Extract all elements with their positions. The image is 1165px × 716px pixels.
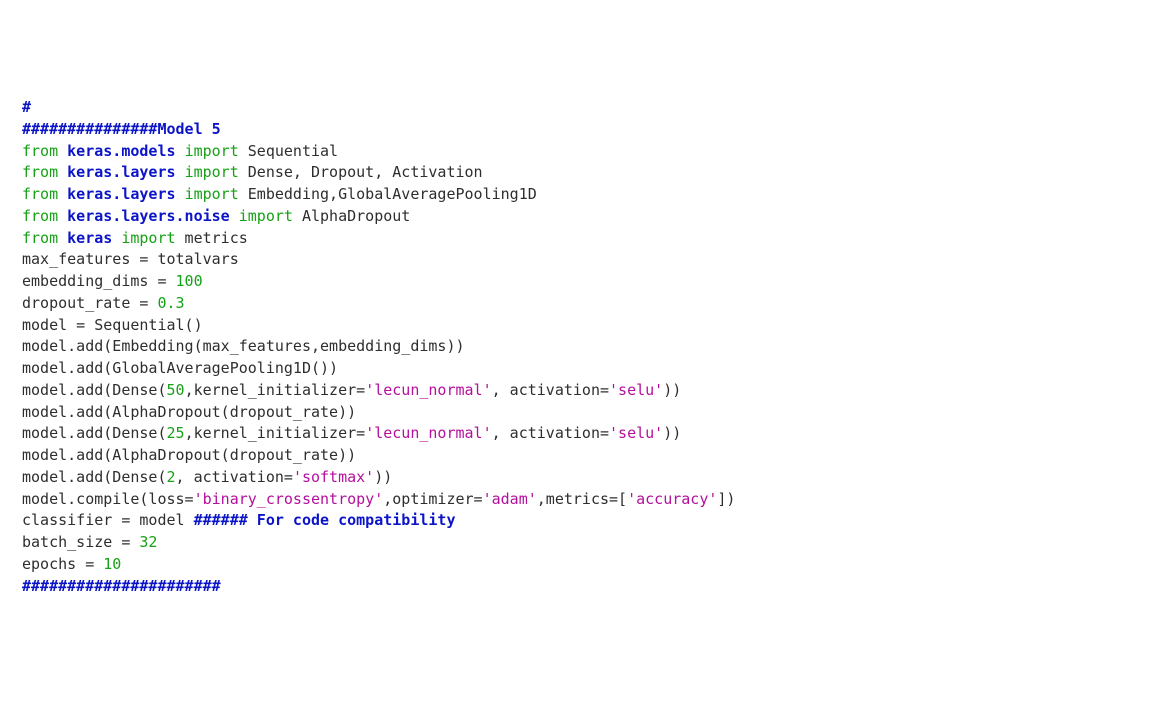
code-line: epochs = 10 — [22, 554, 1143, 576]
code-token: 32 — [139, 533, 157, 551]
code-line: model.add(Dense(25,kernel_initializer='l… — [22, 423, 1143, 445]
code-token: keras.layers — [67, 163, 175, 181]
code-token: ,metrics=[ — [537, 490, 627, 508]
code-token: batch_size = — [22, 533, 139, 551]
code-token: from — [22, 185, 58, 203]
code-line: model.add(Dense(50,kernel_initializer='l… — [22, 380, 1143, 402]
code-token: 'selu' — [609, 381, 663, 399]
code-token: embedding_dims = — [22, 272, 176, 290]
code-token: )) — [663, 424, 681, 442]
code-token: Embedding,GlobalAveragePooling1D — [239, 185, 537, 203]
code-token — [58, 229, 67, 247]
code-token: ,kernel_initializer= — [185, 424, 366, 442]
code-token — [58, 207, 67, 225]
code-token: from — [22, 163, 58, 181]
code-token — [230, 207, 239, 225]
code-token: , activation= — [176, 468, 293, 486]
code-token: metrics — [176, 229, 248, 247]
code-token: model.add(AlphaDropout(dropout_rate)) — [22, 446, 356, 464]
code-line: model.add(AlphaDropout(dropout_rate)) — [22, 445, 1143, 467]
code-token: )) — [663, 381, 681, 399]
code-token: 'softmax' — [293, 468, 374, 486]
code-token: 'binary_crossentropy' — [194, 490, 384, 508]
code-line: from keras.layers import Embedding,Globa… — [22, 184, 1143, 206]
code-token: 10 — [103, 555, 121, 573]
code-token: model.compile(loss= — [22, 490, 194, 508]
code-token: model = Sequential() — [22, 316, 203, 334]
code-token: 2 — [167, 468, 176, 486]
code-token: AlphaDropout — [293, 207, 410, 225]
code-line: from keras.layers.noise import AlphaDrop… — [22, 206, 1143, 228]
code-token: # — [22, 98, 31, 116]
code-line: from keras.layers import Dense, Dropout,… — [22, 162, 1143, 184]
code-token — [176, 163, 185, 181]
code-token: keras — [67, 229, 112, 247]
code-token: ]) — [717, 490, 735, 508]
code-token: import — [239, 207, 293, 225]
code-token — [58, 142, 67, 160]
code-line: batch_size = 32 — [22, 532, 1143, 554]
code-token: max_features = totalvars — [22, 250, 239, 268]
code-token — [112, 229, 121, 247]
code-token: ,optimizer= — [383, 490, 482, 508]
code-line: ###############Model 5 — [22, 119, 1143, 141]
code-token — [58, 163, 67, 181]
code-line: dropout_rate = 0.3 — [22, 293, 1143, 315]
code-token: ###############Model 5 — [22, 120, 221, 138]
code-line: max_features = totalvars — [22, 249, 1143, 271]
code-token: Sequential — [239, 142, 338, 160]
code-line: model.compile(loss='binary_crossentropy'… — [22, 489, 1143, 511]
code-token: keras.layers.noise — [67, 207, 230, 225]
code-token: model.add(Dense( — [22, 424, 167, 442]
code-token: 'accuracy' — [627, 490, 717, 508]
code-token: 'lecun_normal' — [365, 424, 491, 442]
code-token — [58, 185, 67, 203]
code-line: embedding_dims = 100 — [22, 271, 1143, 293]
code-token: Dense, Dropout, Activation — [239, 163, 483, 181]
code-token: )) — [374, 468, 392, 486]
code-token: from — [22, 229, 58, 247]
code-line: from keras import metrics — [22, 228, 1143, 250]
code-line: ###################### — [22, 576, 1143, 598]
code-token: , activation= — [492, 424, 609, 442]
code-token: ,kernel_initializer= — [185, 381, 366, 399]
code-line: model.add(Embedding(max_features,embeddi… — [22, 336, 1143, 358]
code-token: 'selu' — [609, 424, 663, 442]
code-line: classifier = model ###### For code compa… — [22, 510, 1143, 532]
code-token: , activation= — [492, 381, 609, 399]
code-token: 25 — [167, 424, 185, 442]
code-token: 'lecun_normal' — [365, 381, 491, 399]
code-token: import — [185, 163, 239, 181]
code-line: from keras.models import Sequential — [22, 141, 1143, 163]
code-line: model = Sequential() — [22, 315, 1143, 337]
code-line: model.add(Dense(2, activation='softmax')… — [22, 467, 1143, 489]
code-token — [176, 185, 185, 203]
code-token: 0.3 — [157, 294, 184, 312]
code-token: ###### For code compatibility — [194, 511, 456, 529]
code-token: from — [22, 142, 58, 160]
code-token: 'adam' — [483, 490, 537, 508]
code-token: ###################### — [22, 577, 221, 595]
code-token: model.add(GlobalAveragePooling1D()) — [22, 359, 338, 377]
code-block: # ###############Model 5 from keras.models… — [22, 97, 1143, 597]
code-token: from — [22, 207, 58, 225]
code-token: classifier = model — [22, 511, 194, 529]
code-line: # — [22, 97, 1143, 119]
code-token: model.add(Dense( — [22, 381, 167, 399]
code-token: 50 — [167, 381, 185, 399]
code-token: keras.models — [67, 142, 175, 160]
code-line: model.add(GlobalAveragePooling1D()) — [22, 358, 1143, 380]
code-token: import — [121, 229, 175, 247]
code-token: 100 — [176, 272, 203, 290]
code-token: model.add(Embedding(max_features,embeddi… — [22, 337, 465, 355]
code-token: epochs = — [22, 555, 103, 573]
code-token — [176, 142, 185, 160]
code-token: import — [185, 185, 239, 203]
code-line: model.add(AlphaDropout(dropout_rate)) — [22, 402, 1143, 424]
code-token: model.add(Dense( — [22, 468, 167, 486]
code-token: import — [185, 142, 239, 160]
code-token: model.add(AlphaDropout(dropout_rate)) — [22, 403, 356, 421]
code-token: keras.layers — [67, 185, 175, 203]
code-token: dropout_rate = — [22, 294, 157, 312]
